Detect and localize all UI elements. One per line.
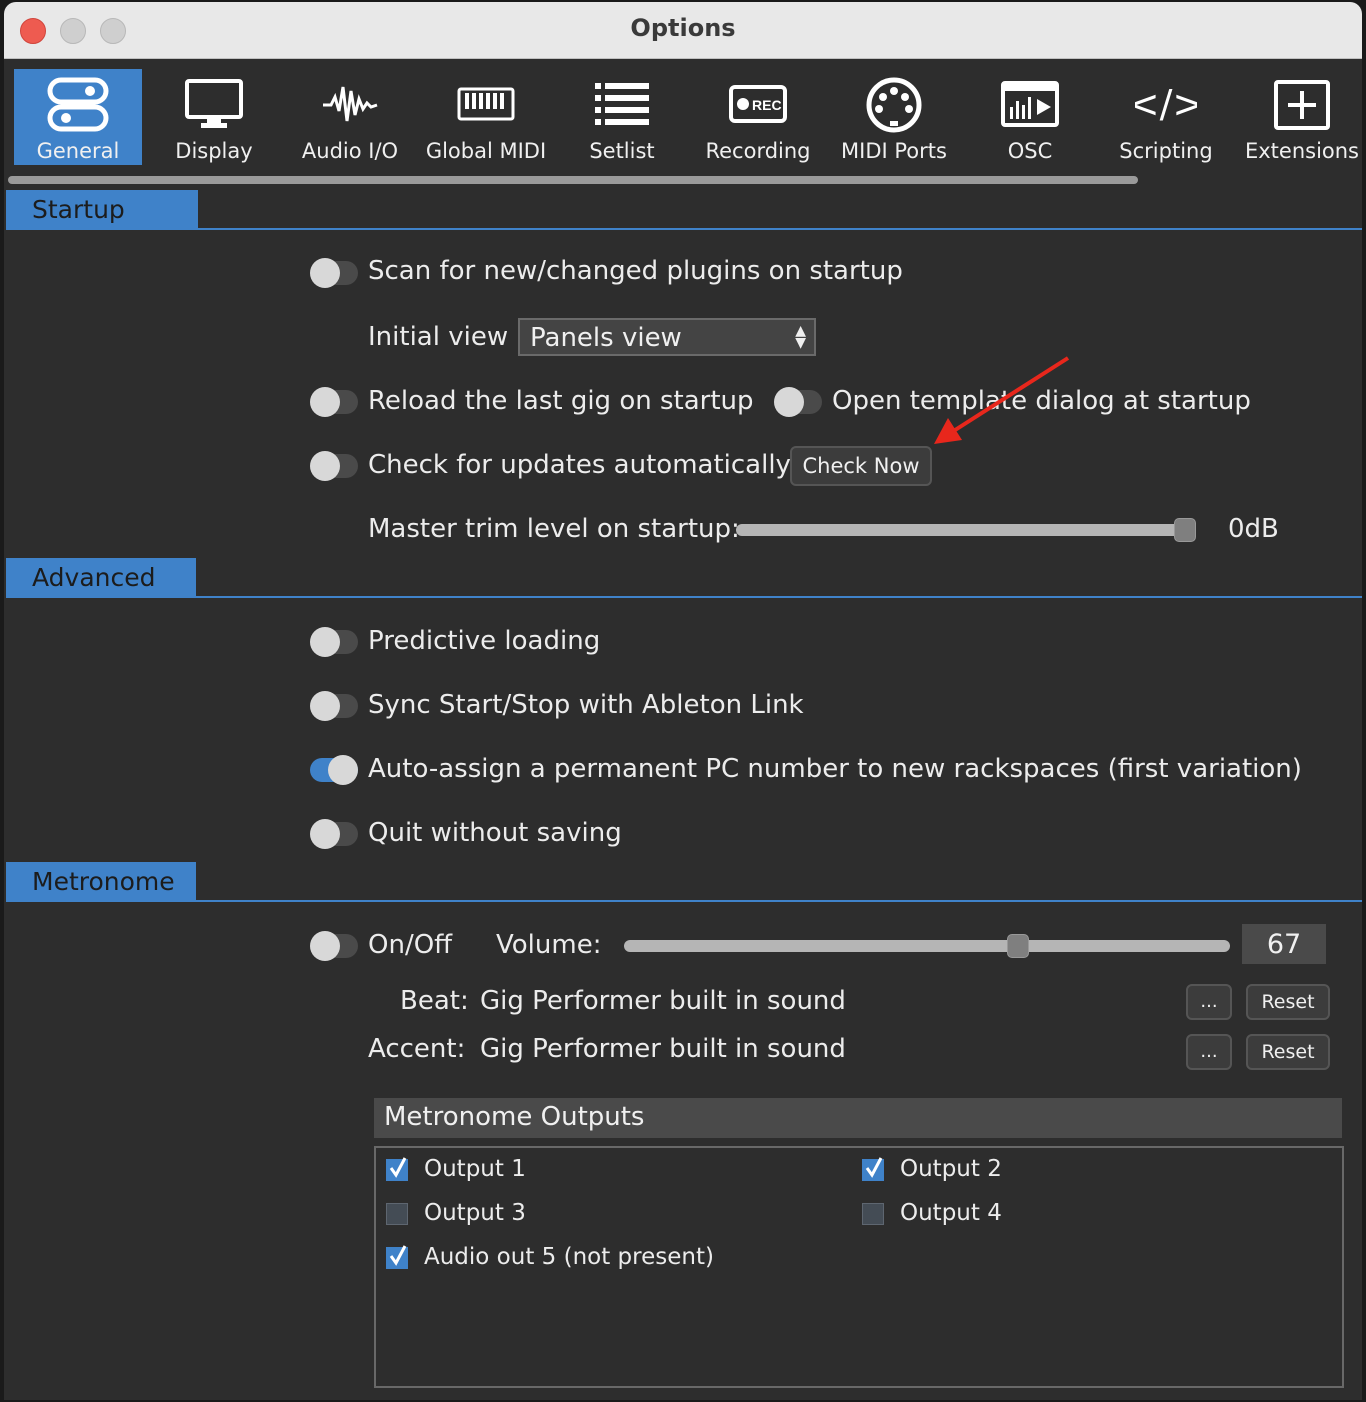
annotation-arrow xyxy=(934,356,1070,444)
